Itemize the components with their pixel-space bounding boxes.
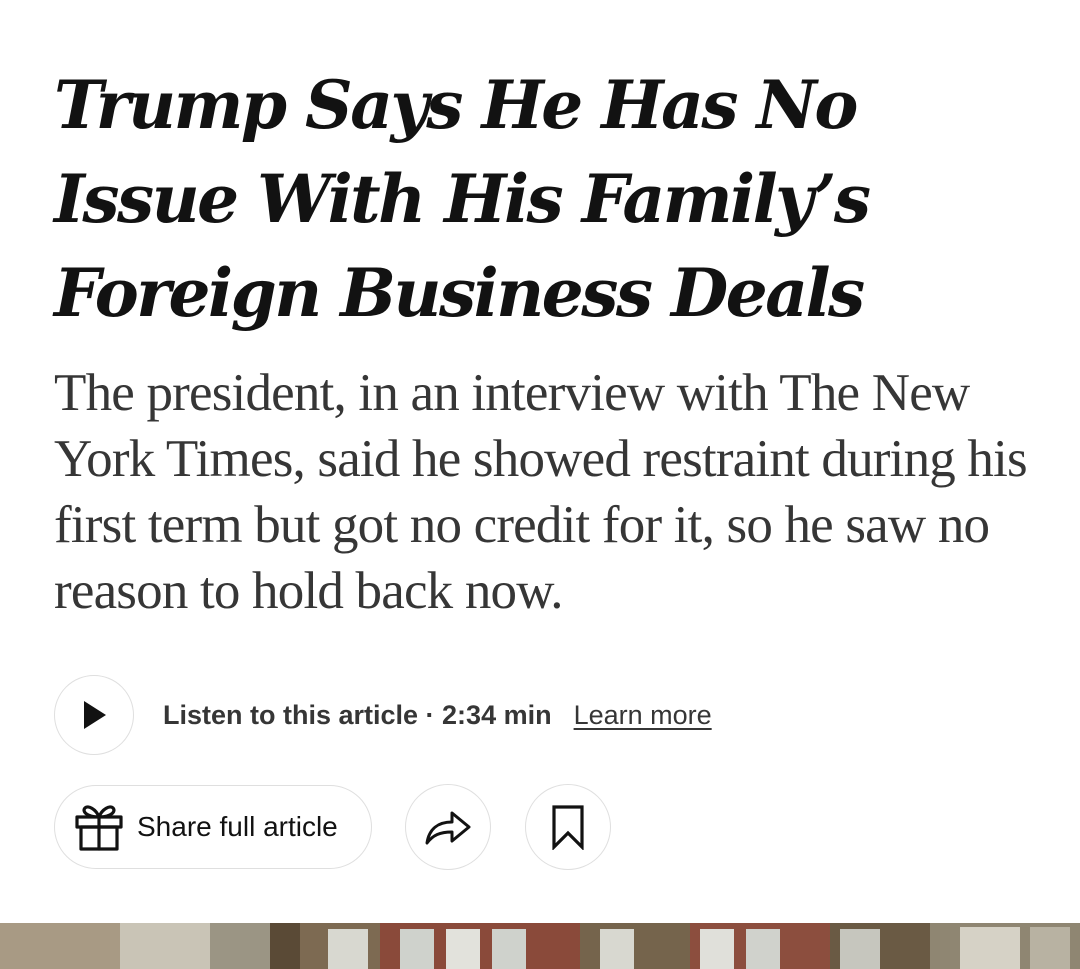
article-summary: The president, in an interview with The … <box>54 364 1028 620</box>
gift-icon <box>75 805 123 851</box>
play-icon <box>84 701 106 729</box>
article-actions: Share full article <box>54 784 611 870</box>
article-hero-image <box>0 923 1080 969</box>
listen-label: Listen to this article · 2:34 min <box>163 699 552 730</box>
share-arrow-icon <box>425 811 471 845</box>
share-full-article-button[interactable]: Share full article <box>54 785 372 869</box>
audio-player-row: Listen to this article · 2:34 min Learn … <box>54 673 712 757</box>
share-button[interactable] <box>405 784 491 870</box>
learn-more-link[interactable]: Learn more <box>574 700 712 731</box>
hero-photo <box>0 923 1080 969</box>
bookmark-button[interactable] <box>525 784 611 870</box>
share-full-article-label: Share full article <box>137 811 338 842</box>
bookmark-icon <box>552 805 584 850</box>
play-button[interactable] <box>54 675 134 755</box>
article-headline: Trump Says He Has No Issue With His Fami… <box>54 66 871 332</box>
